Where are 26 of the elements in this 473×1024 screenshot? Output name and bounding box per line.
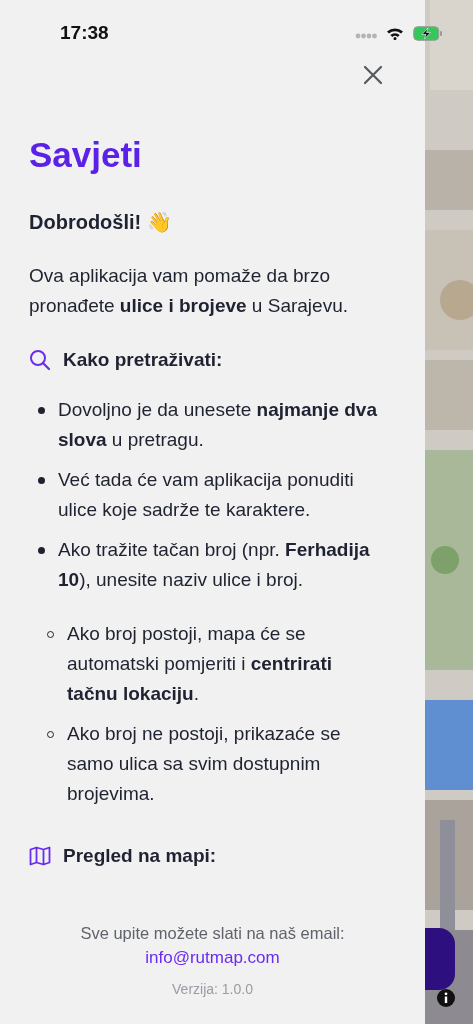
status-time: 17:38: [60, 21, 109, 44]
close-button[interactable]: [363, 65, 383, 85]
bullet-icon: [38, 407, 45, 414]
section-heading: Kako pretraživati:: [63, 349, 223, 371]
contact-text: Sve upite možete slati na naš email:: [80, 923, 345, 944]
search-icon: [29, 349, 51, 371]
bullet-icon: [38, 477, 45, 484]
version-text: Verzija: 1.0.0: [172, 980, 253, 999]
greeting-text: Dobrodošli! 👋: [29, 210, 173, 235]
email-link[interactable]: info@rutmap.com: [145, 945, 280, 971]
list-item-text: Ako broj ne postoji, prikazaće se samo ulica sa svim dostupnim brojevima.: [67, 722, 342, 806]
info-icon[interactable]: [437, 989, 455, 1007]
list-item-text: Već tada će vam aplikacija ponuditi ulice koje sadrže te karaktere.: [58, 468, 355, 522]
list-item-text: Ako broj postoji, mapa će se automatski pomjeriti i centrirati tačnu lokaciju.: [67, 622, 334, 706]
list-item-text: Dovoljno je da unesete najmanje dva slova u pretragu.: [58, 398, 378, 452]
close-icon: [363, 65, 383, 85]
list-item-text: Ako tražite tačan broj (npr. Ferhadija 10), unesite naziv ulice i broj.: [58, 538, 371, 592]
map-button[interactable]: [425, 928, 455, 990]
section-heading: Pregled na mapi:: [63, 845, 217, 867]
wifi-icon: [386, 26, 404, 40]
panel-title: Savjeti: [29, 134, 143, 176]
bullet-icon: [38, 547, 45, 554]
signal-icon: [355, 33, 377, 39]
map-icon: [29, 846, 51, 866]
battery-icon: [413, 25, 443, 41]
intro-paragraph: Ova aplikacija vam pomaže da brzo pronađete ulice i brojeve u Sarajevu.: [29, 264, 349, 318]
